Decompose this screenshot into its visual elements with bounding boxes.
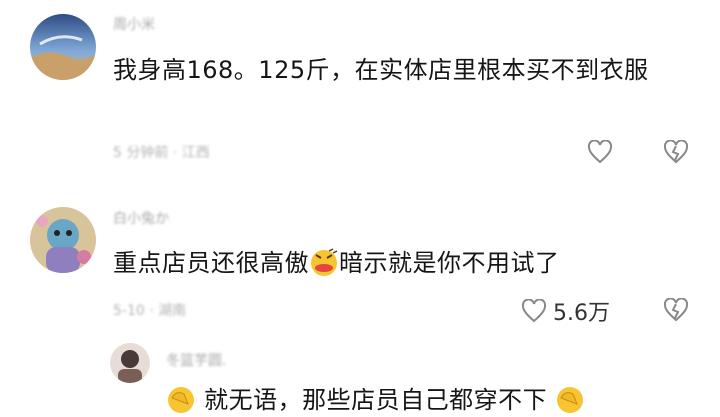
comment-text-part: 暗示就是你不用试了 <box>339 249 560 277</box>
facepalm-emoji-icon <box>168 387 194 413</box>
broken-heart-icon[interactable] <box>662 138 690 166</box>
comment-text-part: 就无语，那些店员自己都穿不下 <box>204 386 548 414</box>
comment-text-part: 重点店员还很高傲 <box>113 249 309 277</box>
username[interactable]: 冬篮芋圆. <box>166 350 226 370</box>
avatar[interactable] <box>30 14 96 80</box>
like-button[interactable]: 5.6万 <box>521 296 610 326</box>
comment-meta: 5-10 · 湖南 <box>113 303 187 319</box>
avatar[interactable] <box>110 343 150 383</box>
broken-heart-icon[interactable] <box>662 296 690 324</box>
username[interactable]: 周小米 <box>113 14 155 34</box>
facepalm-emoji-icon <box>557 387 584 413</box>
like-count: 5.6万 <box>553 301 610 326</box>
heart-outline-icon <box>521 299 547 323</box>
heart-outline-icon[interactable] <box>586 138 614 166</box>
avatar[interactable] <box>30 207 96 273</box>
comment-text: 我身高168。125斤，在实体店里根本买不到衣服 <box>113 56 649 84</box>
comment-meta: 5 分钟前 · 江西 <box>113 145 210 161</box>
comment-text: 就无语，那些店员自己都穿不下 <box>166 383 686 417</box>
username[interactable]: 白小兔か <box>113 208 169 228</box>
pouting-face-emoji-icon <box>311 248 338 276</box>
comment-text: 重点店员还很高傲 暗示就是你不用试了 <box>113 246 713 280</box>
